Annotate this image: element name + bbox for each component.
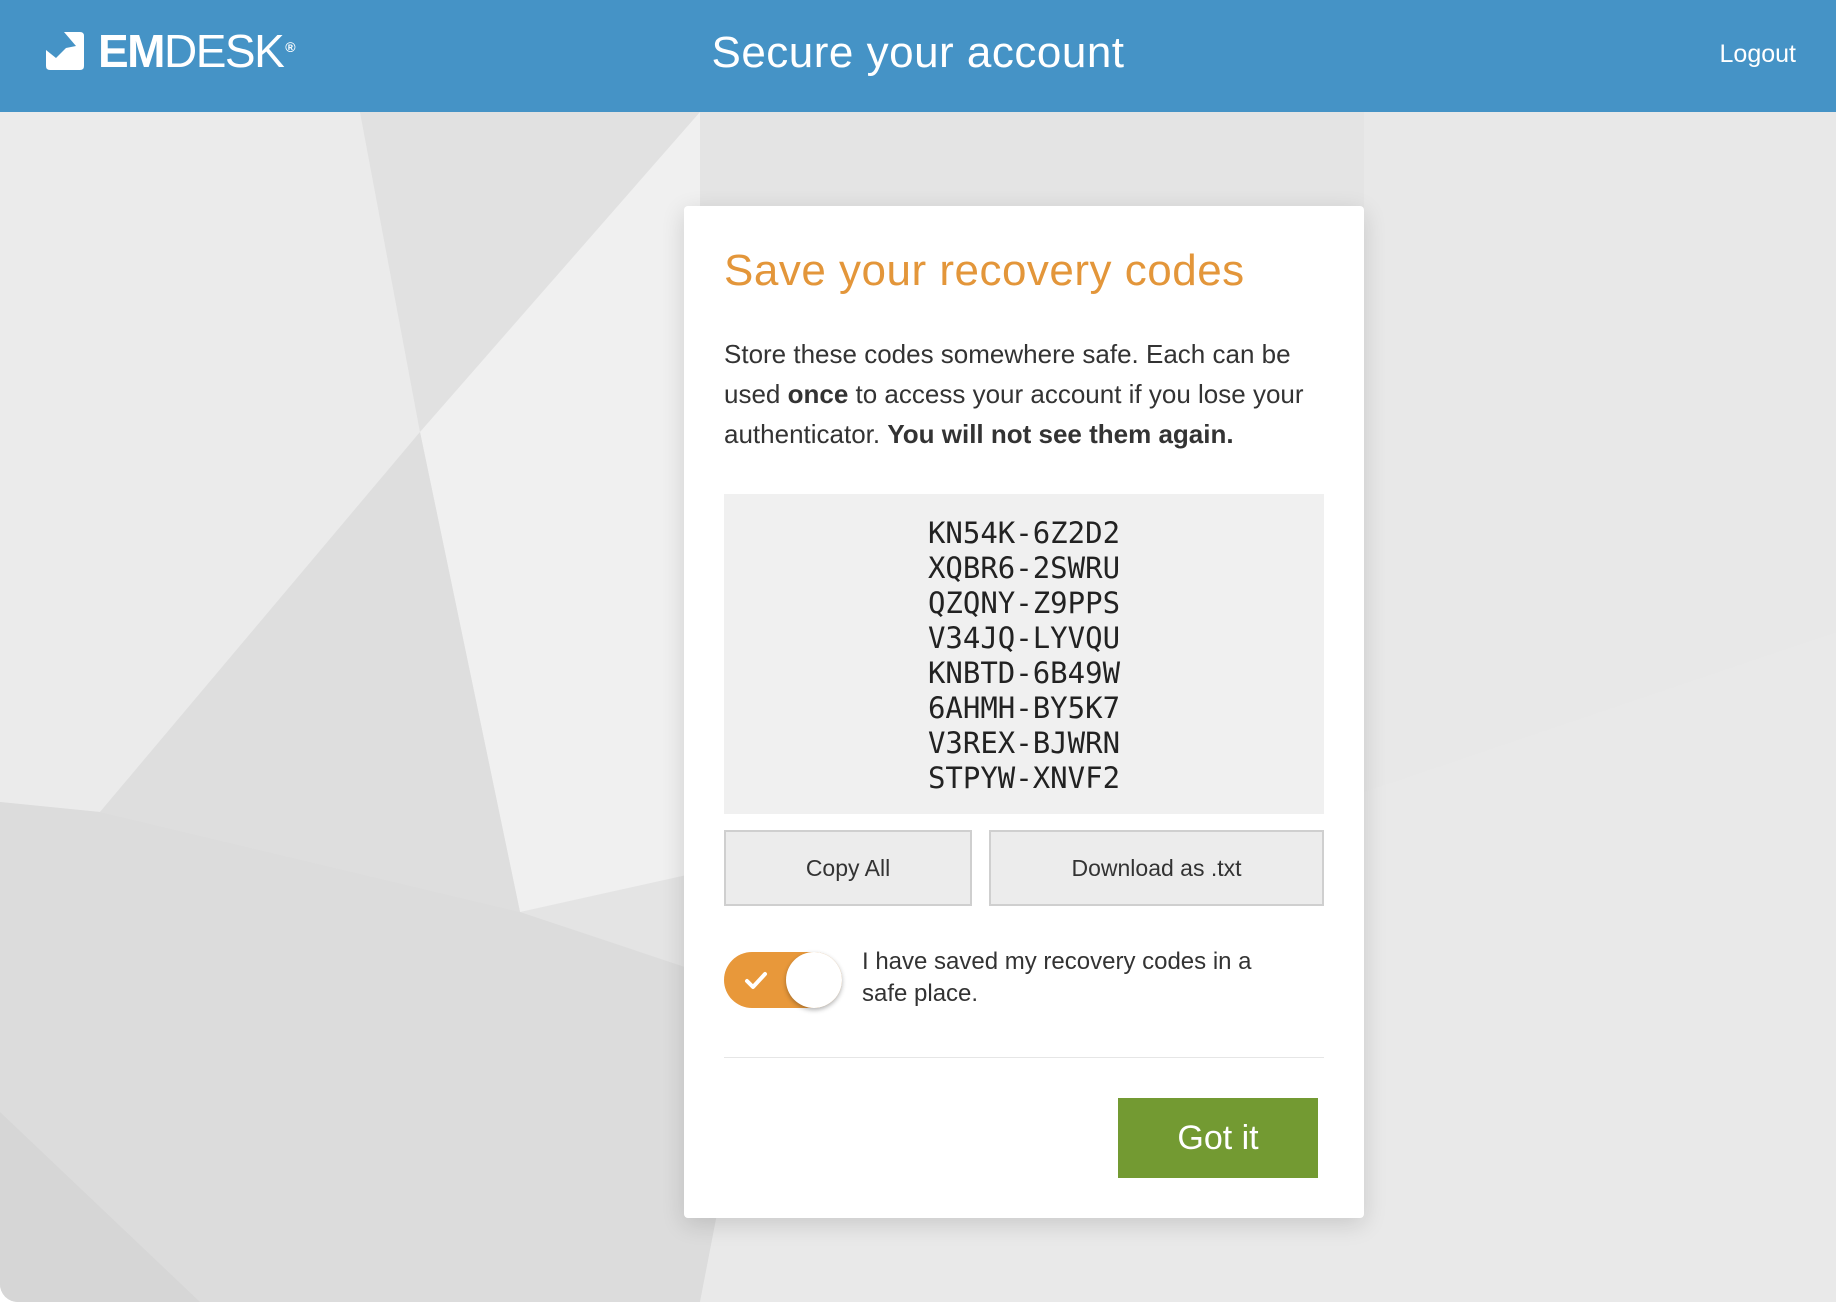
checkmark-icon [745, 972, 767, 989]
app-window: EMDESK ® Secure your account Logout Save … [0, 0, 1836, 1302]
card-title: Save your recovery codes [724, 246, 1245, 295]
recovery-code: STPYW-XNVF2 [927, 761, 1121, 795]
got-it-button[interactable]: Got it [1118, 1098, 1318, 1178]
divider [724, 1057, 1324, 1058]
recovery-codes-box: KN54K-6Z2D2 XQBR6-2SWRU QZQNY-Z9PPS V34J… [724, 494, 1324, 814]
recovery-code: KNBTD-6B49W [927, 656, 1121, 690]
recovery-code: KN54K-6Z2D2 [927, 516, 1121, 550]
top-header: EMDESK ® Secure your account Logout [0, 0, 1836, 112]
saved-codes-toggle[interactable] [724, 952, 842, 1008]
logout-link[interactable]: Logout [1720, 40, 1796, 69]
copy-all-button[interactable]: Copy All [724, 830, 972, 906]
recovery-code: V3REX-BJWRN [927, 726, 1121, 760]
saved-codes-label[interactable]: I have saved my recovery codes in a safe… [862, 946, 1302, 1010]
recovery-code: 6AHMH-BY5K7 [927, 691, 1121, 725]
page-title: Secure your account [711, 28, 1125, 77]
toggle-knob [786, 952, 842, 1008]
recovery-codes-card: Save your recovery codes Store these cod… [684, 206, 1364, 1218]
recovery-codes-list: KN54K-6Z2D2 XQBR6-2SWRU QZQNY-Z9PPS V34J… [724, 494, 1324, 796]
recovery-code: QZQNY-Z9PPS [927, 586, 1121, 620]
recovery-code: XQBR6-2SWRU [927, 551, 1121, 585]
download-txt-button[interactable]: Download as .txt [989, 830, 1324, 906]
recovery-code: V34JQ-LYVQU [927, 621, 1121, 655]
card-description: Store these codes somewhere safe. Each c… [724, 339, 1304, 449]
